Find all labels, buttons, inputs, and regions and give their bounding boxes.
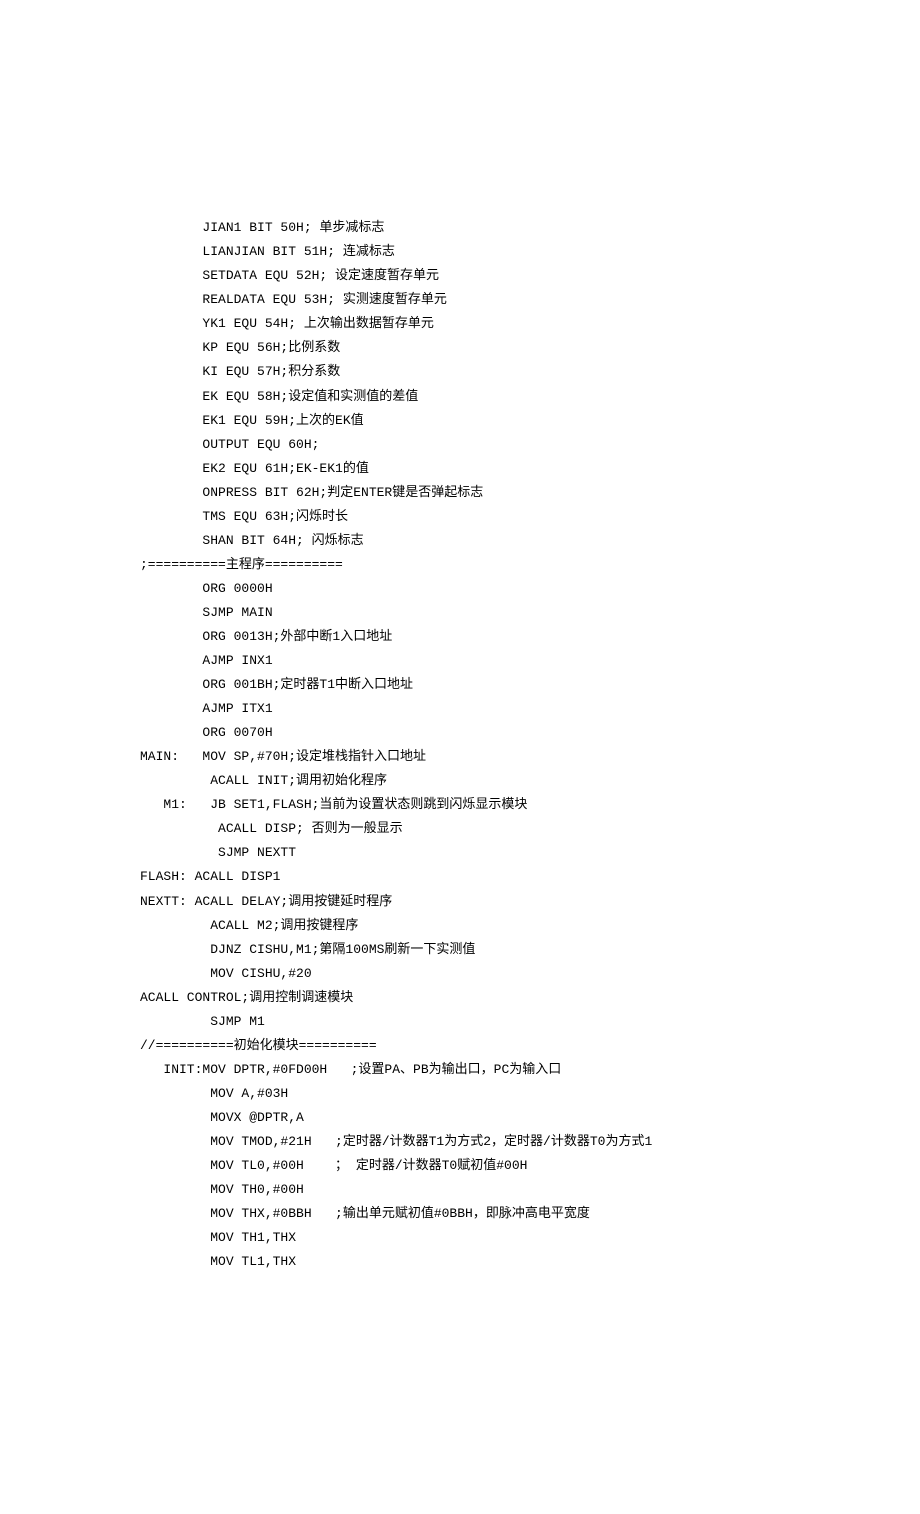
code-line: MOV THX,#0BBH ;输出单元赋初值#0BBH，即脉冲高电平宽度	[140, 1202, 780, 1226]
code-line: MOV TH0,#00H	[140, 1178, 780, 1202]
code-line: M1: JB SET1,FLASH;当前为设置状态则跳到闪烁显示模块	[140, 793, 780, 817]
code-line: EK EQU 58H;设定值和实测值的差值	[140, 385, 780, 409]
code-line: YK1 EQU 54H; 上次输出数据暂存单元	[140, 312, 780, 336]
code-line: FLASH: ACALL DISP1	[140, 865, 780, 889]
code-line: ORG 0000H	[140, 577, 780, 601]
code-line: NEXTT: ACALL DELAY;调用按键延时程序	[140, 890, 780, 914]
code-line: MOV A,#03H	[140, 1082, 780, 1106]
code-line: DJNZ CISHU,M1;第隔100MS刷新一下实测值	[140, 938, 780, 962]
code-line: JIAN1 BIT 50H; 单步减标志	[140, 216, 780, 240]
code-line: ORG 001BH;定时器T1中断入口地址	[140, 673, 780, 697]
code-line: ONPRESS BIT 62H;判定ENTER键是否弹起标志	[140, 481, 780, 505]
code-line: EK2 EQU 61H;EK-EK1的值	[140, 457, 780, 481]
code-line: MOVX @DPTR,A	[140, 1106, 780, 1130]
code-line: KP EQU 56H;比例系数	[140, 336, 780, 360]
code-line: ACALL DISP; 否则为一般显示	[140, 817, 780, 841]
code-line: MOV TL1,THX	[140, 1250, 780, 1274]
code-line: //==========初始化模块==========	[140, 1034, 780, 1058]
code-line: KI EQU 57H;积分系数	[140, 360, 780, 384]
code-line: SJMP MAIN	[140, 601, 780, 625]
code-line: OUTPUT EQU 60H;	[140, 433, 780, 457]
code-line: ACALL CONTROL;调用控制调速模块	[140, 986, 780, 1010]
code-line: MOV TH1,THX	[140, 1226, 780, 1250]
assembly-code-document: JIAN1 BIT 50H; 单步减标志 LIANJIAN BIT 51H; 连…	[140, 216, 780, 1274]
code-line: REALDATA EQU 53H; 实测速度暂存单元	[140, 288, 780, 312]
code-line: AJMP INX1	[140, 649, 780, 673]
code-line: MOV TL0,#00H ； 定时器/计数器T0赋初值#00H	[140, 1154, 780, 1178]
code-line: SJMP NEXTT	[140, 841, 780, 865]
code-line: SJMP M1	[140, 1010, 780, 1034]
code-line: ACALL M2;调用按键程序	[140, 914, 780, 938]
code-line: ;==========主程序==========	[140, 553, 780, 577]
code-line: MOV TMOD,#21H ;定时器/计数器T1为方式2，定时器/计数器T0为方…	[140, 1130, 780, 1154]
code-line: ORG 0013H;外部中断1入口地址	[140, 625, 780, 649]
code-line: ORG 0070H	[140, 721, 780, 745]
code-line: EK1 EQU 59H;上次的EK值	[140, 409, 780, 433]
code-line: SETDATA EQU 52H; 设定速度暂存单元	[140, 264, 780, 288]
code-line: MAIN: MOV SP,#70H;设定堆栈指针入口地址	[140, 745, 780, 769]
code-line: AJMP ITX1	[140, 697, 780, 721]
code-line: LIANJIAN BIT 51H; 连减标志	[140, 240, 780, 264]
code-line: TMS EQU 63H;闪烁时长	[140, 505, 780, 529]
code-line: SHAN BIT 64H; 闪烁标志	[140, 529, 780, 553]
code-line: ACALL INIT;调用初始化程序	[140, 769, 780, 793]
code-line: INIT:MOV DPTR,#0FD00H ;设置PA、PB为输出口，PC为输入…	[140, 1058, 780, 1082]
code-line: MOV CISHU,#20	[140, 962, 780, 986]
